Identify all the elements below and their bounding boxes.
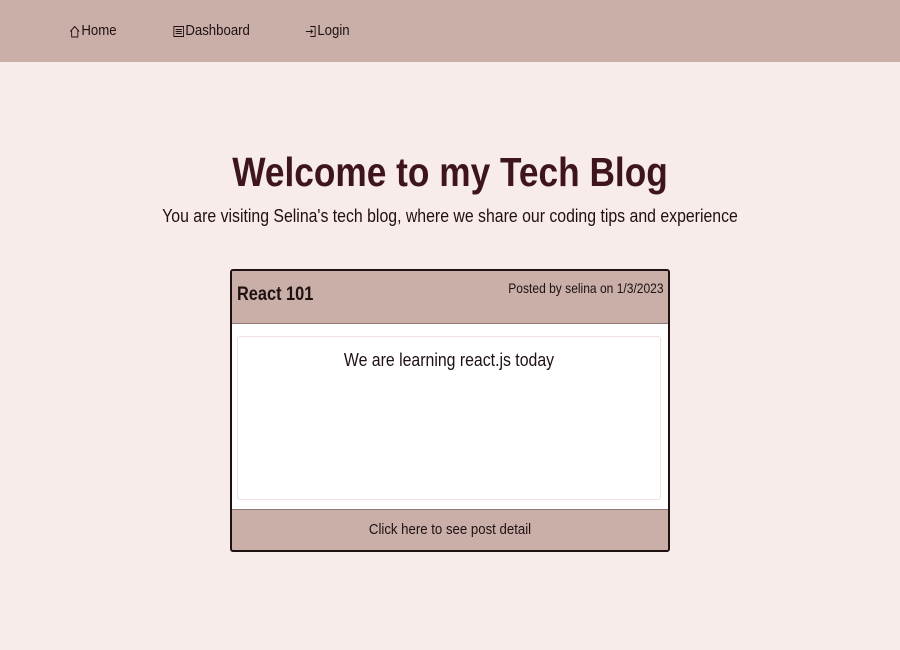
login-icon	[305, 25, 317, 38]
page-subtitle: You are visiting Selina's tech blog, whe…	[162, 206, 738, 226]
list-icon	[173, 25, 185, 38]
nav-login-link[interactable]: Login	[305, 22, 350, 40]
post-detail-link[interactable]: Click here to see post detail	[258, 521, 642, 539]
post-meta: Posted by selina on 1/3/2023	[508, 280, 664, 296]
post-content-box: We are learning react.js today	[237, 336, 661, 500]
nav-dashboard-link[interactable]: Dashboard	[173, 22, 250, 40]
nav-login-label: Login	[317, 22, 350, 39]
post-body: We are learning react.js today	[232, 324, 668, 509]
post-content: We are learning react.js today	[343, 350, 555, 370]
post-card: React 101 Posted by selina on 1/3/2023 W…	[230, 269, 670, 552]
navbar: Home Dashboard Login	[0, 0, 900, 62]
nav-home-link[interactable]: Home	[69, 22, 117, 40]
post-header: React 101 Posted by selina on 1/3/2023	[232, 271, 668, 324]
home-icon	[69, 25, 81, 38]
page-title: Welcome to my Tech Blog	[232, 149, 668, 195]
post-footer: Click here to see post detail	[232, 509, 668, 550]
nav-dashboard-label: Dashboard	[185, 22, 250, 39]
post-title: React 101	[237, 284, 314, 305]
nav-home-label: Home	[81, 22, 117, 39]
